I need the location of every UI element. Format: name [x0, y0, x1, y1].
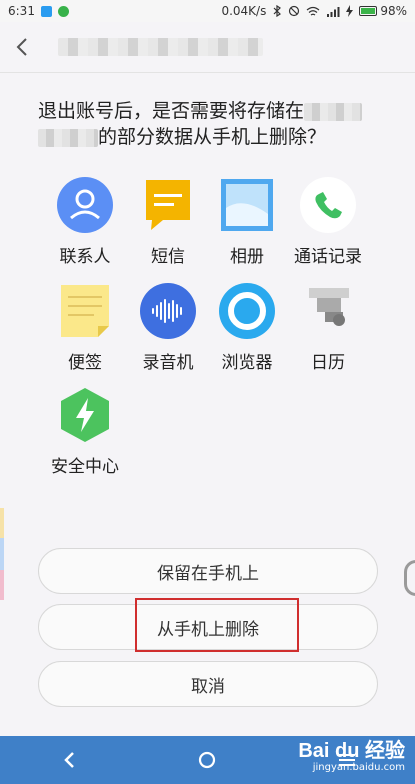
- nav-back-button[interactable]: [44, 736, 94, 784]
- nav-home-icon: [198, 751, 216, 769]
- signal-icon: [327, 6, 340, 17]
- app-label: 短信: [151, 247, 185, 267]
- app-label: 浏览器: [221, 353, 273, 373]
- phone-icon: [299, 176, 357, 234]
- app-item-call-log: 通话记录: [283, 176, 373, 267]
- app-item-recorder: 录音机: [123, 282, 213, 373]
- floating-edge-handle[interactable]: [404, 560, 415, 596]
- app-label: 联系人: [59, 247, 111, 267]
- back-button[interactable]: [0, 22, 44, 72]
- messages-icon: [139, 176, 197, 234]
- app-label: 安全中心: [51, 457, 119, 477]
- edge-tab: [0, 570, 4, 600]
- bluetooth-icon: [273, 5, 282, 17]
- notification-icon: [40, 5, 52, 17]
- edge-tab: [0, 508, 4, 538]
- status-bar: 6:31 0.04K/s 98%: [0, 0, 415, 22]
- app-label: 通话记录: [294, 247, 362, 267]
- redacted-text: [304, 102, 363, 121]
- wechat-icon: [57, 5, 69, 17]
- battery: 98%: [359, 4, 407, 18]
- recorder-icon: [139, 282, 197, 340]
- question-text-1: 退出账号后，是否需要将存储在: [38, 100, 305, 122]
- notes-icon: [56, 282, 114, 340]
- app-label: 便签: [68, 353, 102, 373]
- app-item-contacts: 联系人: [40, 176, 130, 267]
- watermark-url: jingyan.baidu.com: [312, 762, 405, 773]
- wifi-icon: [306, 6, 320, 15]
- app-item-gallery: 相册: [202, 176, 292, 267]
- chevron-left-icon: [16, 38, 27, 56]
- question-text-2: 的部分数据从手机上删除？: [98, 126, 327, 148]
- cancel-button[interactable]: 取消: [38, 661, 378, 707]
- app-item-security: 安全中心: [40, 386, 130, 477]
- app-label: 录音机: [142, 353, 194, 373]
- app-item-calendar: 日历: [283, 282, 373, 373]
- browser-icon: [218, 282, 276, 340]
- header: [0, 22, 415, 72]
- watermark-brand: Bai du 经验: [298, 740, 405, 762]
- app-item-browser: 浏览器: [202, 282, 292, 373]
- calendar-icon: [299, 282, 357, 340]
- rotate-icon: [289, 5, 300, 17]
- status-time: 6:31: [8, 4, 35, 18]
- keep-on-phone-button[interactable]: 保留在手机上: [38, 548, 378, 594]
- network-speed: 0.04K/s: [221, 4, 267, 18]
- nav-back-icon: [64, 752, 74, 768]
- baidu-jingyan-watermark: Bai du 经验 jingyan.baidu.com: [298, 740, 405, 774]
- navigation-bar: Bai du 经验 jingyan.baidu.com: [0, 736, 415, 784]
- app-label: 日历: [311, 353, 345, 373]
- app-item-messages: 短信: [123, 176, 213, 267]
- battery-icon: [359, 6, 378, 16]
- logout-question: 退出账号后，是否需要将存储在 的部分数据从手机上删除？: [38, 98, 378, 150]
- redacted-text: [38, 128, 98, 147]
- app-item-notes: 便签: [40, 282, 130, 373]
- contacts-icon: [56, 176, 114, 234]
- battery-percent: 98%: [380, 4, 407, 18]
- charging-icon: [346, 5, 354, 17]
- highlight-annotation-box: [135, 598, 299, 652]
- account-title-redacted: [58, 38, 263, 56]
- gallery-icon: [218, 176, 276, 234]
- security-icon: [56, 386, 114, 444]
- app-label: 相册: [230, 247, 264, 267]
- edge-tab: [0, 538, 4, 570]
- header-divider: [0, 72, 415, 73]
- nav-home-button[interactable]: [182, 736, 232, 784]
